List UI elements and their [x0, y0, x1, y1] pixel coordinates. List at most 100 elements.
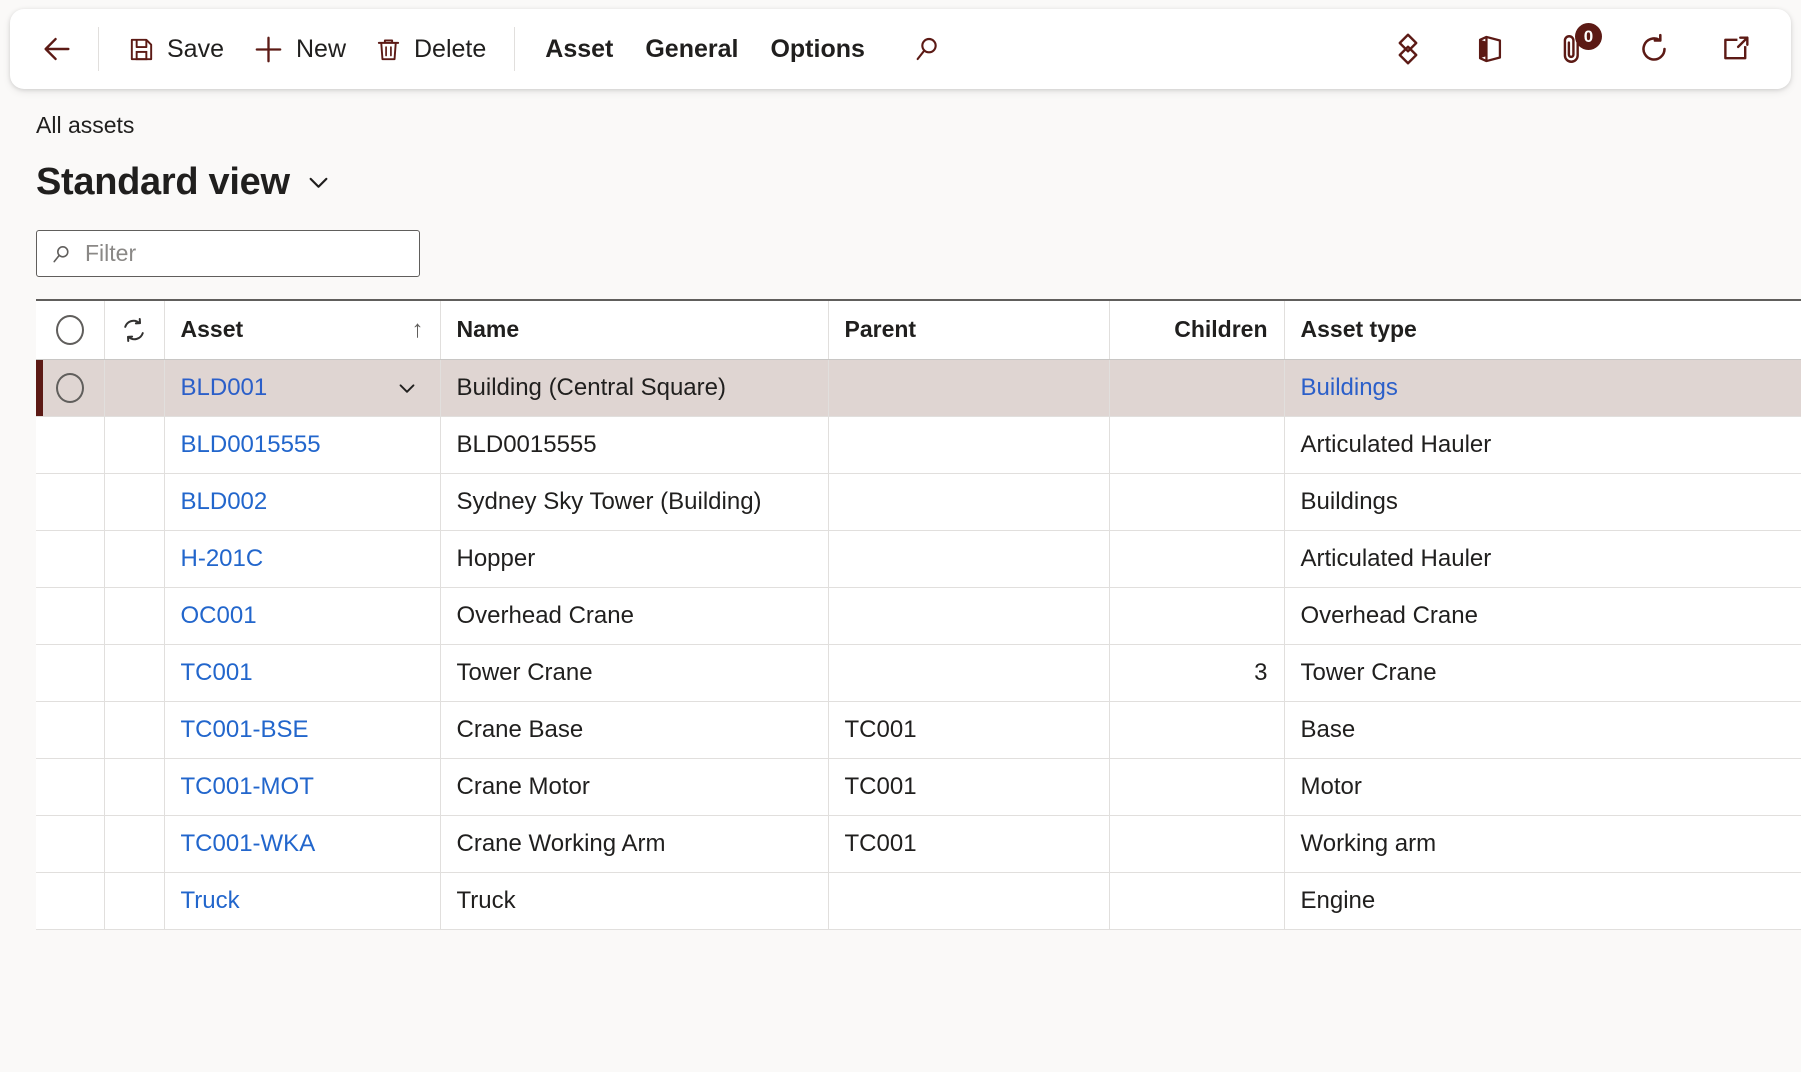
cell-children	[1109, 530, 1285, 588]
table-row[interactable]: TC001 Tower Crane 3 Tower Crane	[36, 644, 1801, 702]
row-expand-chevron-down-icon[interactable]	[394, 375, 424, 401]
personalize-button[interactable]	[1385, 26, 1431, 72]
cell-asset-type: Motor	[1284, 758, 1801, 816]
asset-link[interactable]: OC001	[181, 602, 257, 630]
cell-parent	[828, 872, 1110, 930]
sync-icon-wrapper[interactable]	[105, 315, 164, 345]
cell-asset[interactable]: TC001-WKA	[164, 815, 441, 873]
row-select-cell[interactable]	[36, 701, 105, 759]
column-header-asset-label: Asset	[180, 316, 244, 343]
cell-children: 3	[1109, 644, 1285, 702]
select-all-radio[interactable]	[55, 314, 84, 345]
tab-asset[interactable]: Asset	[529, 25, 629, 73]
row-select-cell[interactable]	[36, 359, 105, 417]
column-header-asset-type[interactable]: Asset type	[1284, 301, 1801, 360]
row-select-cell[interactable]	[36, 473, 105, 531]
asset-link[interactable]: TC001-BSE	[181, 716, 309, 744]
asset-link[interactable]: TC001-MOT	[181, 773, 314, 801]
cell-asset[interactable]: TC001-MOT	[164, 758, 441, 816]
row-select-cell[interactable]	[36, 587, 105, 645]
column-header-name[interactable]: Name	[440, 301, 829, 360]
asset-link[interactable]: TC001-WKA	[181, 830, 316, 858]
table-row[interactable]: BLD001 Building (Central Square) Buildings	[36, 359, 1801, 417]
office-apps-icon	[1478, 35, 1502, 63]
row-sync-cell	[104, 872, 165, 930]
search-icon	[53, 245, 69, 262]
tab-general[interactable]: General	[629, 25, 754, 73]
row-select-cell[interactable]	[36, 872, 105, 930]
asset-link[interactable]: BLD001	[181, 374, 268, 402]
cell-parent	[828, 416, 1110, 474]
tab-options[interactable]: Options	[754, 25, 880, 73]
asset-type-link[interactable]: Buildings	[1301, 374, 1398, 401]
refresh-button[interactable]	[1631, 26, 1677, 72]
cell-children	[1109, 473, 1285, 531]
cell-name: Truck	[440, 872, 829, 930]
refresh-icon	[1642, 33, 1666, 61]
filter-box[interactable]	[36, 230, 420, 277]
table-row[interactable]: TC001-WKA Crane Working Arm TC001 Working a…	[36, 815, 1801, 873]
cell-name: Tower Crane	[440, 644, 829, 702]
table-row[interactable]: TC001-MOT Crane Motor TC001 Motor	[36, 758, 1801, 816]
column-header-sync[interactable]	[104, 301, 165, 360]
office-apps-button[interactable]	[1467, 26, 1513, 72]
row-sync-cell	[104, 473, 165, 531]
cell-name: Overhead Crane	[440, 587, 829, 645]
cell-asset[interactable]: BLD001	[164, 359, 441, 417]
cell-name: BLD0015555	[440, 416, 829, 474]
page-title: Standard view	[36, 161, 290, 203]
asset-link[interactable]: TC001	[181, 659, 253, 687]
row-sync-cell	[104, 815, 165, 873]
search-icon	[916, 37, 937, 61]
breadcrumb[interactable]: All assets	[36, 112, 134, 139]
cell-asset-type[interactable]: Buildings	[1284, 359, 1801, 417]
new-button[interactable]: New	[238, 25, 360, 73]
attachments-button[interactable]: 0	[1549, 23, 1602, 72]
save-button[interactable]: Save	[113, 25, 238, 73]
row-select-cell[interactable]	[36, 416, 105, 474]
cell-asset-type: Base	[1284, 701, 1801, 759]
cell-asset[interactable]: Truck	[164, 872, 441, 930]
cell-asset[interactable]: TC001-BSE	[164, 701, 441, 759]
row-select-cell[interactable]	[36, 758, 105, 816]
cell-asset[interactable]: OC001	[164, 587, 441, 645]
command-search-button[interactable]	[899, 25, 955, 73]
asset-link[interactable]: BLD002	[181, 488, 268, 516]
table-row[interactable]: TC001-BSE Crane Base TC001 Base	[36, 701, 1801, 759]
cell-children	[1109, 416, 1285, 474]
cell-asset[interactable]: TC001	[164, 644, 441, 702]
column-header-parent[interactable]: Parent	[828, 301, 1110, 360]
cell-children	[1109, 815, 1285, 873]
row-sync-cell	[104, 758, 165, 816]
asset-link[interactable]: BLD0015555	[181, 431, 321, 459]
cell-children	[1109, 359, 1285, 417]
column-header-asset[interactable]: Asset ↑	[164, 301, 441, 360]
delete-button[interactable]: Delete	[360, 25, 500, 73]
cell-parent: TC001	[828, 758, 1110, 816]
row-select-cell[interactable]	[36, 530, 105, 588]
column-header-children[interactable]: Children	[1109, 301, 1285, 360]
back-button[interactable]	[30, 25, 84, 73]
asset-link[interactable]: H-201C	[181, 545, 264, 573]
view-selector[interactable]: Standard view	[36, 161, 333, 204]
command-bar-right-group: 0	[1385, 23, 1765, 72]
open-in-new-window-button[interactable]	[1713, 26, 1759, 72]
row-select-cell[interactable]	[36, 815, 105, 873]
assets-grid: Asset ↑ Name Parent Children Asset type …	[36, 299, 1801, 930]
cell-asset[interactable]: H-201C	[164, 530, 441, 588]
table-row[interactable]: H-201C Hopper Articulated Hauler	[36, 530, 1801, 588]
cell-asset[interactable]: BLD002	[164, 473, 441, 531]
cell-asset[interactable]: BLD0015555	[164, 416, 441, 474]
sync-icon	[124, 317, 144, 342]
row-select-radio[interactable]	[55, 372, 84, 403]
table-row[interactable]: BLD002 Sydney Sky Tower (Building) Buildin…	[36, 473, 1801, 531]
asset-link[interactable]: Truck	[181, 887, 240, 915]
column-header-select-all[interactable]	[36, 301, 105, 360]
filter-input[interactable]	[85, 240, 407, 267]
table-row[interactable]: BLD0015555 BLD0015555 Articulated Hauler	[36, 416, 1801, 474]
table-row[interactable]: Truck Truck Engine	[36, 872, 1801, 930]
table-row[interactable]: OC001 Overhead Crane Overhead Crane	[36, 587, 1801, 645]
row-select-cell[interactable]	[36, 644, 105, 702]
cell-parent	[828, 587, 1110, 645]
cell-asset-type: Buildings	[1284, 473, 1801, 531]
